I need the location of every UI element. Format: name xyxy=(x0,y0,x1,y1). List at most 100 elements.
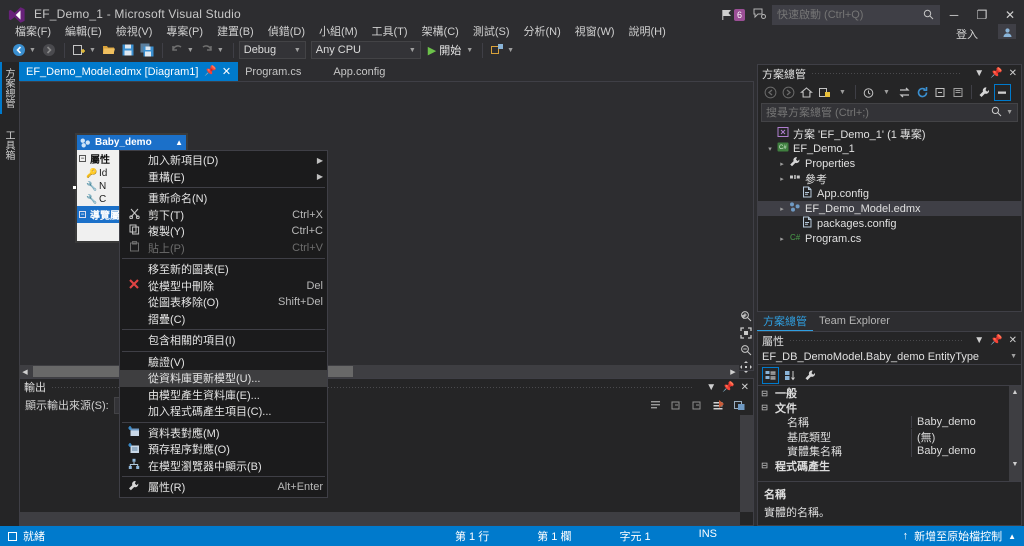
entity-header[interactable]: Baby_demo ▲ xyxy=(77,135,186,150)
start-debug-button[interactable]: ▶ 開始 ▼ xyxy=(428,42,477,58)
tree-expander[interactable]: ▸ xyxy=(776,205,788,213)
pending-changes-filter-icon[interactable] xyxy=(860,84,877,101)
close-icon[interactable]: ✕ xyxy=(741,382,749,393)
pending-changes-icon[interactable] xyxy=(816,84,833,101)
preview-selected-icon[interactable] xyxy=(994,83,1011,101)
account-icon[interactable] xyxy=(998,24,1016,40)
search-icon[interactable] xyxy=(991,106,1002,120)
output-hscrollbar[interactable] xyxy=(20,512,740,525)
property-category-code-generation[interactable]: ⊟ 程式碼產生 xyxy=(758,459,1021,474)
expander-icon[interactable]: ⊟ xyxy=(758,403,771,412)
menu-view[interactable]: 檢視(V) xyxy=(109,21,160,41)
ctx-include-related[interactable]: 包含相關的項目(I) xyxy=(120,332,327,349)
ctx-properties[interactable]: 屬性(R) Alt+Enter xyxy=(120,479,327,496)
menu-debug[interactable]: 偵錯(D) xyxy=(261,21,312,41)
ctx-add-code-generation-item[interactable]: 加入程式碼產生項目(C)... xyxy=(120,403,327,420)
ctx-add-new-item[interactable]: 加入新項目(D) ▶ xyxy=(120,152,327,169)
tree-item-program-cs[interactable]: ▸ C# Program.cs xyxy=(758,231,1021,246)
vtab-solution-explorer[interactable]: 方案總管 xyxy=(0,62,19,114)
tree-item-project[interactable]: ▾ C# EF_Demo_1 xyxy=(758,141,1021,156)
tab-program-cs[interactable]: Program.cs xyxy=(238,62,308,81)
property-pages-icon[interactable] xyxy=(802,367,819,384)
expander-icon[interactable]: ⊟ xyxy=(758,389,771,398)
property-category-general[interactable]: ⊟ 一般 xyxy=(758,386,1021,401)
view-properties-icon[interactable] xyxy=(976,84,993,101)
scroll-up-arrow[interactable]: ▲ xyxy=(1009,386,1021,398)
chevron-down-icon[interactable]: ▼ xyxy=(974,68,984,79)
home-icon[interactable] xyxy=(798,84,815,101)
ctx-validate[interactable]: 驗證(V) xyxy=(120,354,327,371)
quick-launch-input[interactable] xyxy=(777,9,917,21)
tree-item-packages-config[interactable]: packages.config xyxy=(758,216,1021,231)
solution-explorer-search-input[interactable] xyxy=(766,106,992,119)
save-icon[interactable] xyxy=(119,41,137,59)
zoom-in-icon[interactable] xyxy=(740,310,752,325)
pin-icon[interactable]: 📌 xyxy=(990,335,1002,346)
menu-build[interactable]: 建置(B) xyxy=(210,21,261,41)
pin-icon[interactable]: 📌 xyxy=(990,68,1002,79)
show-all-files-caret[interactable]: ▼ xyxy=(834,84,851,101)
property-category-documentation[interactable]: ⊟ 文件 xyxy=(758,401,1021,416)
refresh-icon[interactable] xyxy=(914,84,931,101)
menu-test[interactable]: 測試(S) xyxy=(466,21,517,41)
tree-item-edmx[interactable]: ▸ EF_Demo_Model.edmx xyxy=(758,201,1021,216)
close-icon[interactable]: ✕ xyxy=(222,65,231,78)
properties-object-dropdown[interactable]: EF_DB_DemoModel.Baby_demo EntityType ▼ xyxy=(758,349,1021,365)
tab-team-explorer[interactable]: Team Explorer xyxy=(813,314,896,328)
menu-analyze[interactable]: 分析(N) xyxy=(517,21,568,41)
output-vscrollbar[interactable] xyxy=(740,415,753,512)
quick-launch-box[interactable] xyxy=(772,5,940,25)
solution-configuration-dropdown[interactable]: Debug ▼ xyxy=(238,41,306,59)
tree-item-properties[interactable]: ▸ Properties xyxy=(758,156,1021,171)
start-caret[interactable]: ▼ xyxy=(466,47,473,54)
filter-caret[interactable]: ▼ xyxy=(878,84,895,101)
tab-edmx-diagram[interactable]: EF_Demo_Model.edmx [Diagram1] 📌 ✕ xyxy=(19,62,239,81)
tree-item-references[interactable]: ▸ 參考 xyxy=(758,171,1021,186)
property-row-name-value[interactable]: Baby_demo xyxy=(911,416,1021,429)
close-icon[interactable]: ✕ xyxy=(1009,68,1017,79)
properties-window-icon[interactable] xyxy=(950,84,967,101)
feedback-icon[interactable] xyxy=(753,8,766,23)
ctx-cut[interactable]: 剪下(T) Ctrl+X xyxy=(120,207,327,224)
chevron-down-icon[interactable]: ▼ xyxy=(974,335,984,346)
ctx-remove-from-diagram[interactable]: 從圖表移除(O) Shift+Del xyxy=(120,294,327,311)
nav-back-icon[interactable] xyxy=(10,41,28,59)
attach-icon[interactable] xyxy=(488,41,506,59)
go-to-icon[interactable] xyxy=(731,397,748,414)
collapse-all-icon[interactable] xyxy=(932,84,949,101)
minimize-button[interactable]: ─ xyxy=(940,2,968,28)
tree-expander[interactable]: ▾ xyxy=(764,145,776,153)
status-source-control[interactable]: ↑ 新增至原始檔控制 ▲ xyxy=(903,528,1016,544)
chevron-down-icon[interactable]: ▼ xyxy=(1010,353,1017,360)
tab-solution-explorer[interactable]: 方案總管 xyxy=(757,312,813,331)
ctx-show-in-model-browser[interactable]: 在模型瀏覽器中顯示(B) xyxy=(120,458,327,475)
ctx-rename[interactable]: 重新命名(N) xyxy=(120,190,327,207)
stop-icon[interactable] xyxy=(710,397,727,414)
save-all-icon[interactable] xyxy=(138,41,156,59)
vtab-toolbox[interactable]: 工具箱 xyxy=(0,124,19,166)
solution-platform-dropdown[interactable]: Any CPU ▼ xyxy=(310,41,421,59)
nav-forward-icon[interactable] xyxy=(40,41,58,59)
zoom-fit-icon[interactable] xyxy=(740,327,752,342)
menu-project[interactable]: 專案(P) xyxy=(159,21,210,41)
ctx-copy[interactable]: 複製(Y) Ctrl+C xyxy=(120,223,327,240)
properties-vscrollbar[interactable]: ▲ ▼ xyxy=(1009,386,1021,481)
solution-explorer-search[interactable]: ▼ xyxy=(761,103,1018,122)
chevron-up-icon[interactable]: ▲ xyxy=(175,138,183,147)
property-row-base-type-value[interactable]: (無) xyxy=(911,428,1021,445)
toolbar-overflow-caret[interactable]: ▼ xyxy=(507,47,514,54)
search-options-caret[interactable]: ▼ xyxy=(1006,109,1013,116)
notifications-button[interactable]: 6 xyxy=(721,9,745,21)
chevron-down-icon[interactable]: ▼ xyxy=(706,382,716,393)
new-project-icon[interactable] xyxy=(70,41,88,59)
properties-grid[interactable]: ⊟ 一般 ⊟ 文件 名稱 Baby_demo 基底類型 (無) 實體集名稱 Ba… xyxy=(758,385,1021,481)
tree-item-solution[interactable]: 方案 'EF_Demo_1' (1 專案) xyxy=(758,126,1021,141)
menu-file[interactable]: 檔案(F) xyxy=(8,21,58,41)
menu-team[interactable]: 小組(M) xyxy=(312,21,365,41)
designer-zoom-widget[interactable] xyxy=(738,310,754,373)
ctx-stored-procedure-mapping[interactable]: 預存程序對應(O) xyxy=(120,441,327,458)
alphabetical-icon[interactable] xyxy=(782,367,799,384)
menu-edit[interactable]: 編輯(E) xyxy=(58,21,109,41)
ctx-refactor[interactable]: 重構(E) ▶ xyxy=(120,169,327,186)
property-row-entity-set-name-value[interactable]: Baby_demo xyxy=(911,445,1021,458)
